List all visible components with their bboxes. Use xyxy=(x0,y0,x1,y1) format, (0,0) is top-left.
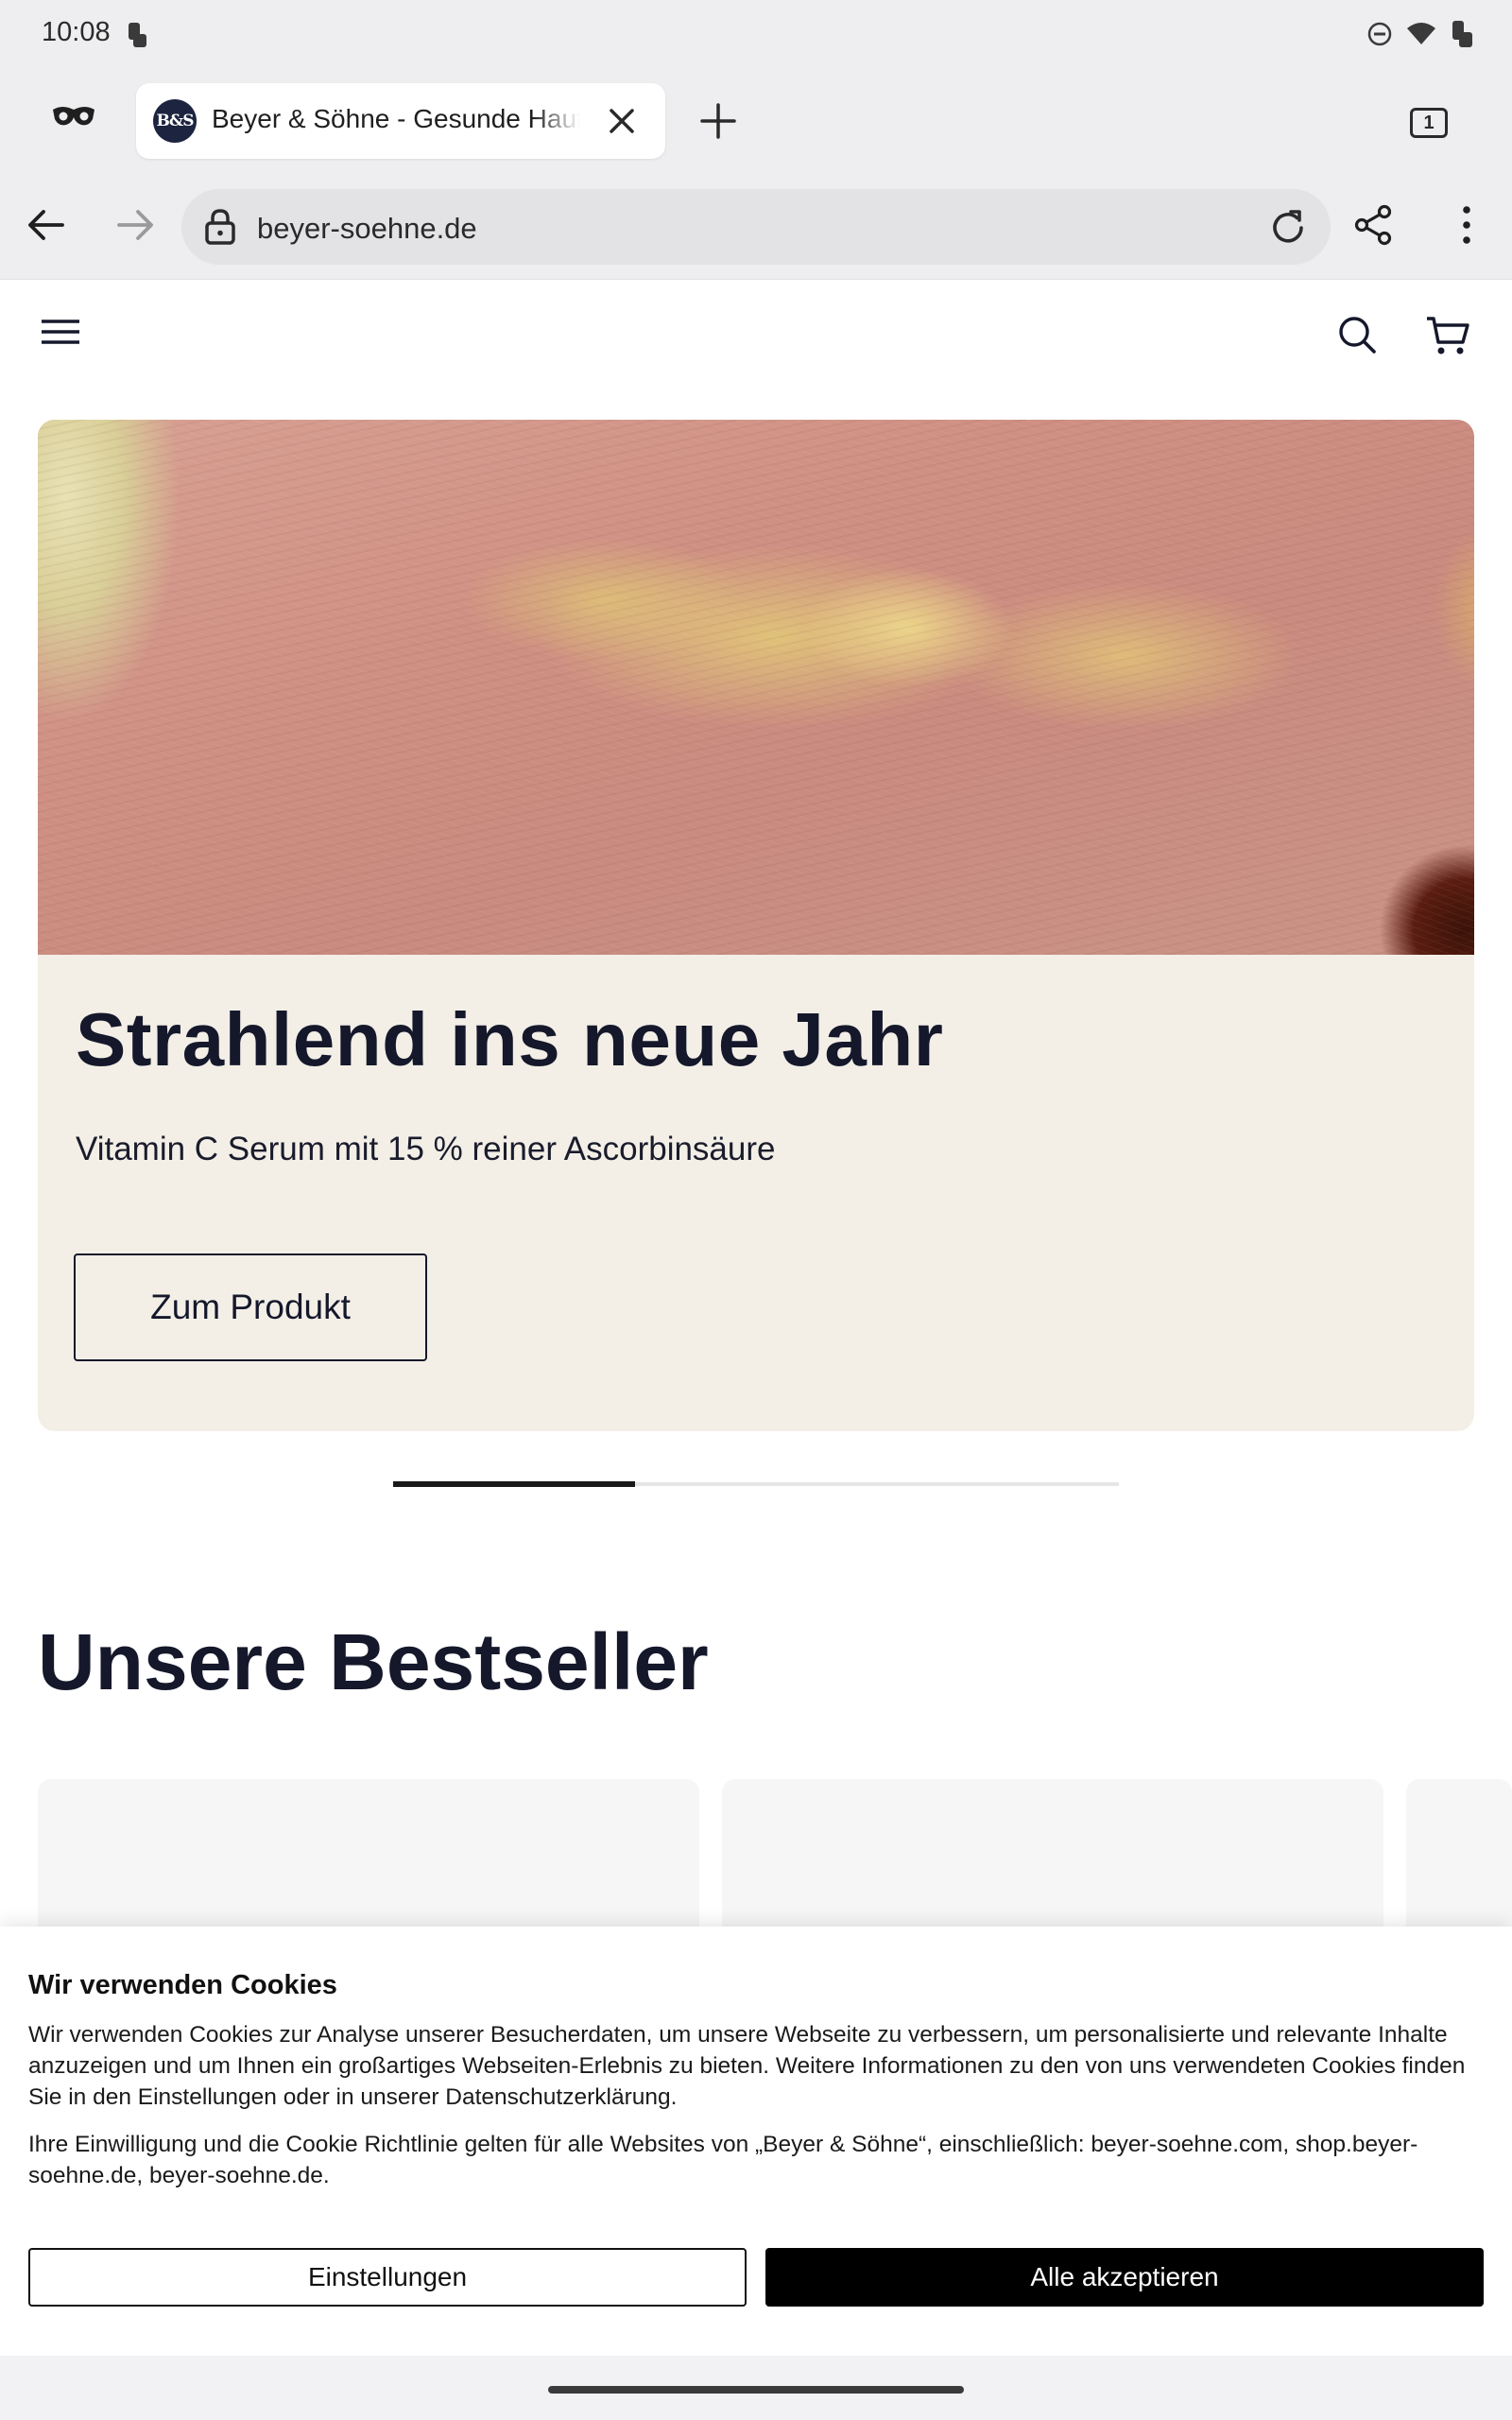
battery-icon xyxy=(1450,19,1474,49)
menu-icon[interactable] xyxy=(40,318,81,346)
hero-title: Strahlend ins neue Jahr xyxy=(76,997,944,1081)
carousel-indicator[interactable] xyxy=(393,1481,1119,1487)
site-header xyxy=(0,280,1512,393)
home-gesture-handle[interactable] xyxy=(548,2386,964,2394)
tab-title: Beyer & Söhne - Gesunde Haut xyxy=(212,104,580,134)
cart-icon[interactable] xyxy=(1425,314,1470,357)
new-tab-icon[interactable] xyxy=(699,102,737,140)
active-tab[interactable]: B&S Beyer & Söhne - Gesunde Haut xyxy=(136,83,665,159)
close-tab-icon[interactable] xyxy=(607,106,637,136)
tab-switcher-button[interactable]: 1 xyxy=(1410,108,1448,138)
tab-strip: B&S Beyer & Söhne - Gesunde Haut 1 xyxy=(0,68,1512,174)
wifi-icon xyxy=(1406,22,1436,46)
cookie-title: Wir verwenden Cookies xyxy=(28,1970,337,2000)
bestsellers-title: Unsere Bestseller xyxy=(38,1617,709,1706)
to-product-button[interactable]: Zum Produkt xyxy=(74,1253,427,1361)
hero-banner[interactable]: Strahlend ins neue Jahr Vitamin C Serum … xyxy=(38,420,1474,1431)
cookie-consent-banner: Wir verwenden Cookies Wir verwenden Cook… xyxy=(0,1927,1512,2356)
forward-arrow-icon[interactable] xyxy=(115,204,157,246)
status-icons xyxy=(1366,19,1474,49)
cookie-scope-text: Ihre Einwilligung und die Cookie Richtli… xyxy=(28,2132,1418,2188)
incognito-icon[interactable] xyxy=(51,104,96,129)
more-options-icon[interactable] xyxy=(1450,202,1484,248)
back-arrow-icon[interactable] xyxy=(25,204,66,246)
cookie-settings-button[interactable]: Einstellungen xyxy=(28,2248,747,2307)
browser-toolbar: beyer-soehne.de xyxy=(0,174,1512,280)
site-favicon: B&S xyxy=(153,99,197,143)
address-bar[interactable]: beyer-soehne.de xyxy=(181,189,1331,265)
accept-all-button[interactable]: Alle akzeptieren xyxy=(765,2248,1484,2307)
url-text[interactable]: beyer-soehne.de xyxy=(257,212,477,246)
do-not-disturb-icon xyxy=(1366,21,1393,47)
hero-image xyxy=(38,420,1474,955)
search-icon[interactable] xyxy=(1336,314,1378,355)
carousel-progress xyxy=(393,1481,635,1487)
status-bar: 10:08 xyxy=(0,0,1512,68)
reload-icon[interactable] xyxy=(1268,208,1308,248)
lock-icon[interactable] xyxy=(204,208,236,246)
system-navigation-bar xyxy=(0,2356,1512,2420)
hero-subtitle: Vitamin C Serum mit 15 % reiner Ascorbin… xyxy=(76,1131,776,1167)
status-time: 10:08 xyxy=(42,17,111,47)
cookie-text: Wir verwenden Cookies zur Analyse unsere… xyxy=(28,2022,1466,2110)
notification-app-icon xyxy=(125,21,149,49)
share-icon[interactable] xyxy=(1353,204,1395,246)
